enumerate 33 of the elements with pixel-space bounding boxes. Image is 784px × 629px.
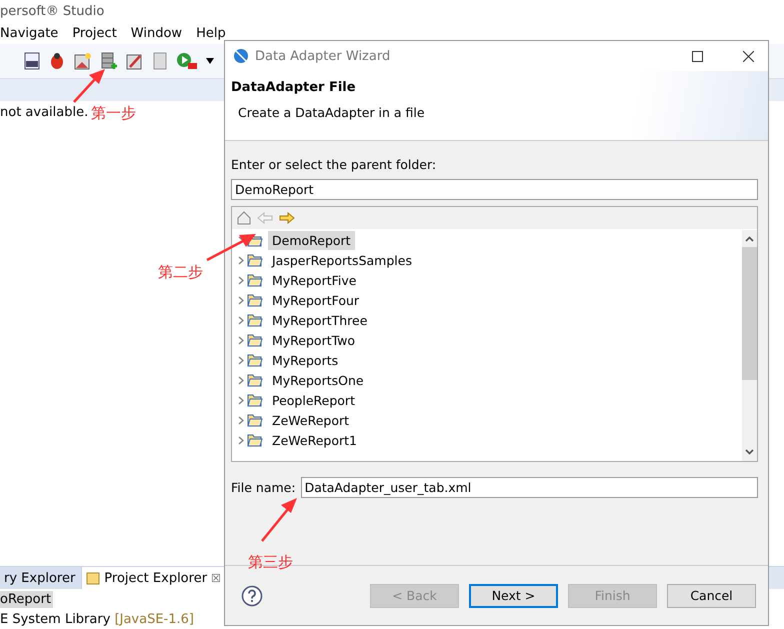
tree-item[interactable]: E System Library [JavaSE-1.6]	[0, 610, 196, 628]
file-name-field[interactable]: DataAdapter_user_tab.xml	[300, 477, 758, 498]
folder-item[interactable]: ZeWeReport1	[268, 430, 361, 450]
menu-item[interactable]: Help	[196, 26, 226, 40]
menu-item[interactable]: Navigate	[0, 26, 58, 40]
wizard-button[interactable]: Cancel	[667, 584, 756, 608]
folder-item[interactable]: MyReportFive	[268, 270, 360, 290]
folder-item[interactable]: JasperReportsSamples	[268, 250, 416, 270]
close-tab-icon[interactable]: ☒	[211, 572, 221, 584]
tree-item[interactable]: oReport	[0, 590, 54, 608]
view-tab[interactable]: ry Explorer	[0, 567, 82, 589]
status-message: not available.	[0, 105, 88, 120]
folder-item[interactable]: PeopleReport	[268, 390, 359, 410]
field-label: Enter or select the parent folder:	[231, 157, 438, 172]
folder-field[interactable]: DemoReport	[231, 179, 758, 200]
menu-item[interactable]: Project	[72, 26, 117, 40]
folder-item[interactable]: MyReportFour	[268, 290, 364, 310]
folder-item[interactable]: DemoReport	[268, 230, 355, 250]
annotation: 第三步	[248, 553, 293, 572]
annotation: 第二步	[158, 263, 203, 282]
folder-item[interactable]: MyReportsOne	[268, 370, 368, 390]
page-heading: DataAdapter File	[231, 80, 357, 95]
folder-item[interactable]: ZeWeReport	[268, 410, 354, 430]
folder-item[interactable]: MyReportTwo	[268, 330, 360, 350]
menu-item[interactable]: Window	[130, 26, 182, 40]
folder-item[interactable]: MyReportThree	[268, 310, 372, 330]
wizard-button[interactable]: Next >	[469, 584, 558, 608]
annotation: 第一步	[91, 104, 136, 123]
app-title: persoft® Studio	[0, 4, 104, 18]
field-label: File name:	[231, 480, 296, 495]
page-description: Create a DataAdapter in a file	[237, 105, 426, 120]
dialog-title: Data Adapter Wizard	[255, 48, 392, 64]
folder-item[interactable]: MyReports	[268, 350, 342, 370]
